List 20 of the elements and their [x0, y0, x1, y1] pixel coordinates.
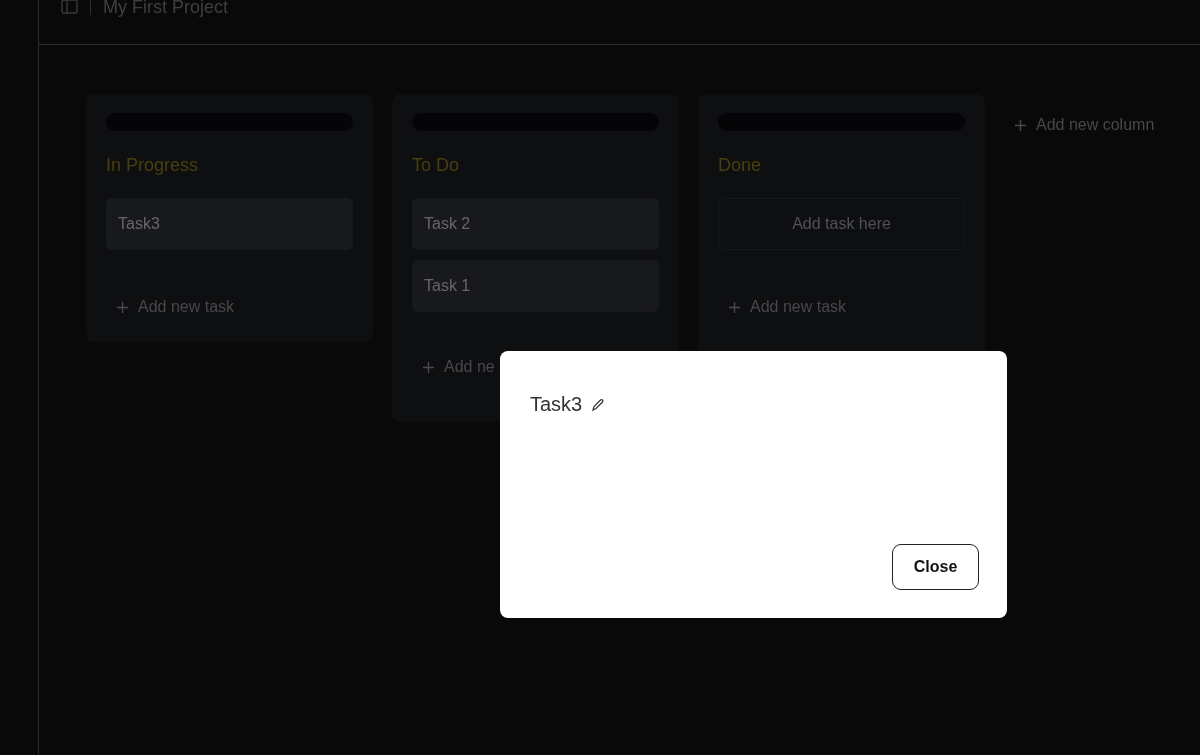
drop-zone: Add task here [718, 198, 965, 250]
add-column-button[interactable]: Add new column [1014, 116, 1155, 134]
task-card[interactable]: Task 1 [412, 260, 659, 312]
task-title: Task3 [530, 393, 583, 416]
plus-icon [422, 360, 435, 374]
add-task-button[interactable]: Add new task [106, 298, 245, 316]
column-title: In Progress [106, 155, 200, 177]
close-button[interactable]: Close [892, 544, 979, 590]
sidebar-toggle-icon[interactable] [61, 0, 78, 14]
column-title: To Do [412, 155, 461, 177]
plus-icon [1014, 118, 1027, 132]
task-card[interactable]: Task3 [106, 198, 353, 250]
column-title: Done [718, 155, 763, 177]
add-task-button[interactable]: Add ne [412, 358, 505, 376]
add-task-button[interactable]: Add new task [718, 298, 857, 316]
task-card[interactable]: Task 2 [412, 198, 659, 250]
edit-icon[interactable] [591, 397, 606, 412]
plus-icon [116, 300, 129, 314]
plus-icon [728, 300, 741, 314]
project-title: My First Project [103, 0, 228, 18]
